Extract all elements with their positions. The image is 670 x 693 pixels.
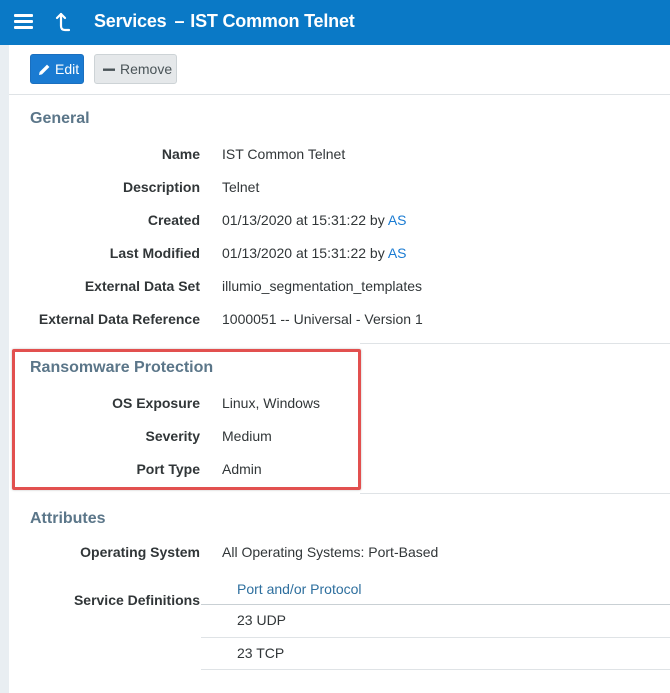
modified-by-user-link[interactable]: AS xyxy=(388,245,407,261)
created-datetime: 01/13/2020 at 15:31:22 by xyxy=(222,212,388,228)
edit-button[interactable]: Edit xyxy=(30,54,84,84)
label-severity: Severity xyxy=(145,428,200,444)
page-title-main: Services xyxy=(94,11,167,31)
remove-button[interactable]: Remove xyxy=(94,54,177,84)
divider xyxy=(9,94,670,95)
table-header-divider xyxy=(201,604,670,605)
value-created: 01/13/2020 at 15:31:22 by AS xyxy=(222,212,407,228)
value-last-modified: 01/13/2020 at 15:31:22 by AS xyxy=(222,245,407,261)
section-title-attributes: Attributes xyxy=(30,510,106,527)
remove-button-label: Remove xyxy=(120,61,173,77)
modified-datetime: 01/13/2020 at 15:31:22 by xyxy=(222,245,388,261)
value-name: IST Common Telnet xyxy=(222,146,346,162)
table-row-divider xyxy=(201,669,670,670)
label-last-modified: Last Modified xyxy=(109,245,200,261)
value-external-data-set: illumio_segmentation_templates xyxy=(222,278,422,294)
label-name: Name xyxy=(161,146,200,162)
label-external-data-reference: External Data Reference xyxy=(38,311,200,327)
value-severity: Medium xyxy=(222,428,272,444)
label-created: Created xyxy=(147,212,200,228)
minus-icon xyxy=(103,68,115,71)
label-service-definitions: Service Definitions xyxy=(73,592,200,608)
table-row-divider xyxy=(201,637,670,638)
label-port-type: Port Type xyxy=(136,461,200,477)
page-title-sub: IST Common Telnet xyxy=(190,11,355,31)
title-separator: – xyxy=(174,11,185,31)
label-external-data-set: External Data Set xyxy=(84,278,200,294)
section-title-general: General xyxy=(30,110,90,127)
table-row: 23 TCP xyxy=(237,645,285,661)
value-external-data-reference: 1000051 -- Universal - Version 1 xyxy=(222,311,423,327)
table-row: 23 UDP xyxy=(237,612,287,628)
pencil-icon xyxy=(39,64,50,75)
value-port-type: Admin xyxy=(222,461,262,477)
menu-icon[interactable] xyxy=(14,13,34,31)
created-by-user-link[interactable]: AS xyxy=(388,212,407,228)
top-bar: Services – IST Common Telnet xyxy=(0,0,670,45)
left-rail xyxy=(0,45,9,693)
table-column-header: Port and/or Protocol xyxy=(237,581,362,597)
edit-button-label: Edit xyxy=(55,61,80,77)
divider xyxy=(360,343,670,344)
value-description: Telnet xyxy=(222,179,260,195)
section-title-ransomware: Ransomware Protection xyxy=(30,359,214,376)
divider xyxy=(360,493,670,494)
page-title: Services – IST Common Telnet xyxy=(94,11,355,32)
value-os-exposure: Linux, Windows xyxy=(222,395,321,411)
label-operating-system: Operating System xyxy=(80,544,200,560)
back-arrow-icon[interactable] xyxy=(55,11,73,33)
value-operating-system: All Operating Systems: Port-Based xyxy=(222,544,439,560)
label-os-exposure: OS Exposure xyxy=(112,395,200,411)
label-description: Description xyxy=(122,179,200,195)
